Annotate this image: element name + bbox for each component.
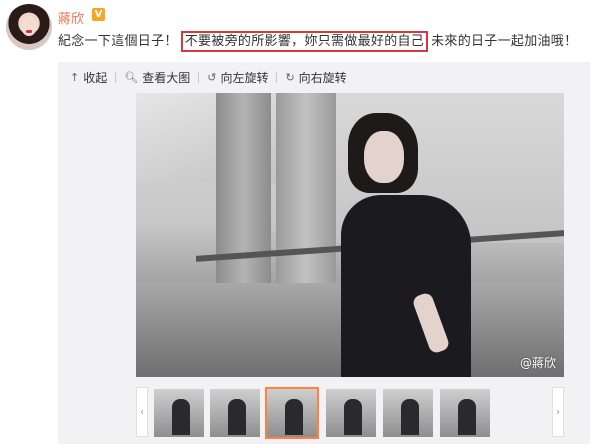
thumbnail[interactable] [154,389,204,437]
post-text-after: 未來的日子一起加油哦！ [431,34,578,49]
thumbnail-strip: ‹ › [136,387,564,439]
avatar-face [21,16,37,36]
thumbnail-figure [285,399,303,435]
prev-arrow-icon[interactable]: ‹ [136,387,148,437]
thumbnail-figure [172,399,190,435]
rotate-right-button[interactable]: ↻ 向右旋转 [285,69,346,86]
toolbar-divider [198,71,200,83]
avatar-lips [26,30,32,33]
photo-person-face [364,131,404,183]
post-text-before: 紀念一下這個日子！ [58,34,178,49]
toolbar-divider [115,71,117,83]
image-toolbar: ↑ 收起 🔍︎ 查看大图 ↺ 向左旋转 ↻ 向右旋转 [70,68,347,86]
thumbnail-active[interactable] [265,387,319,439]
verified-icon: V [92,8,105,21]
photo-person-body [341,195,471,377]
thumbnail-figure [228,399,246,435]
thumbnail-figure [344,399,362,435]
watermark: @蔣欣 [519,356,556,370]
arrow-up-icon: ↑ [70,70,80,84]
thumbnail[interactable] [210,389,260,437]
thumbnail[interactable] [383,389,433,437]
collapse-label: 收起 [83,70,108,85]
user-name[interactable]: 蔣欣 [58,8,84,27]
highlighted-text: 不要被旁的所影響，妳只需做最好的自己 [180,31,429,52]
thumbnail-figure [458,399,476,435]
thumbnail-figure [401,399,419,435]
photo-pillar [276,93,336,293]
collapse-button[interactable]: ↑ 收起 [70,69,107,86]
avatar[interactable] [6,4,52,50]
rotate-right-label: 向右旋转 [298,70,347,85]
thumbnail[interactable] [326,389,376,437]
post-text: 紀念一下這個日子！ 不要被旁的所影響，妳只需做最好的自己 未來的日子一起加油哦！ [58,30,578,52]
toolbar-divider [276,71,278,83]
view-large-button[interactable]: 🔍︎ 查看大图 [124,69,190,86]
rotate-left-icon: ↺ [207,70,217,84]
photo-pillar [216,93,271,293]
next-arrow-icon[interactable]: › [552,387,564,437]
main-photo[interactable]: @蔣欣 [136,93,564,377]
search-icon: 🔍︎ [124,70,139,84]
thumbnail[interactable] [440,389,490,437]
rotate-left-label: 向左旋转 [220,70,269,85]
rotate-right-icon: ↻ [285,70,295,84]
view-large-label: 查看大图 [142,70,191,85]
rotate-left-button[interactable]: ↺ 向左旋转 [207,69,268,86]
